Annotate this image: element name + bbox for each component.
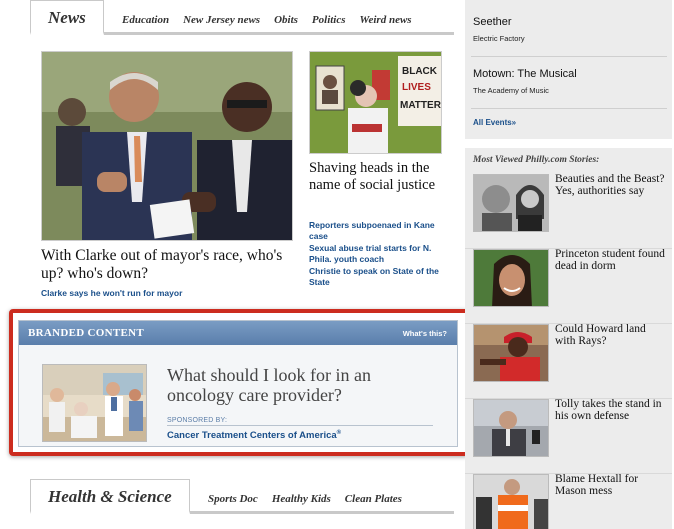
svg-text:MATTER: MATTER — [400, 100, 442, 111]
sponsored-by-label: SPONSORED BY: — [167, 417, 228, 424]
whats-this-link[interactable]: What's this? — [403, 329, 447, 338]
most-viewed-headline[interactable]: Tolly takes the stand in his own defense — [555, 398, 667, 422]
most-viewed-thumbnail[interactable] — [473, 249, 549, 307]
all-events-link[interactable]: All Events» — [473, 118, 516, 127]
most-viewed-item[interactable]: Blame Hextall for Mason mess — [465, 473, 672, 529]
second-story-headline[interactable]: Shaving heads in the name of social just… — [309, 160, 451, 194]
most-viewed-thumbnail[interactable] — [473, 399, 549, 457]
most-viewed-item[interactable]: Tolly takes the stand in his own defense — [465, 398, 672, 474]
branded-content-box: BRANDED CONTENT What's this? What should… — [18, 320, 458, 447]
most-viewed-thumbnail[interactable] — [473, 174, 549, 232]
protest-sign-text: BLACK — [402, 66, 438, 77]
sponsor-link[interactable]: Cancer Treatment Centers of America® — [167, 430, 341, 441]
subnav-sports-doc[interactable]: Sports Doc — [208, 493, 258, 505]
second-story-photo[interactable]: BLACK LIVES MATTER — [309, 51, 442, 154]
most-viewed-headline[interactable]: Could Howard land with Rays? — [555, 323, 667, 347]
event-title[interactable]: Motown: The Musical — [473, 68, 577, 80]
sponsor-name: Cancer Treatment Centers of America — [167, 430, 337, 442]
most-viewed-title: Most Viewed Philly.com Stories: — [473, 155, 600, 165]
subnav-weird-news[interactable]: Weird news — [360, 14, 412, 26]
event-title[interactable]: Seether — [473, 16, 512, 28]
health-subnav: Sports Doc Healthy Kids Clean Plates — [208, 493, 402, 505]
most-viewed-headline[interactable]: Blame Hextall for Mason mess — [555, 473, 667, 497]
health-science-tab-bar: Health & Science Sports Doc Healthy Kids… — [30, 479, 454, 514]
most-viewed-item[interactable]: Could Howard land with Rays? — [465, 323, 672, 399]
subnav-education[interactable]: Education — [122, 14, 169, 26]
lead-story-photo[interactable] — [41, 51, 293, 241]
subnav-new-jersey-news[interactable]: New Jersey news — [183, 14, 260, 26]
news-tab-bar: News Education New Jersey news Obits Pol… — [30, 0, 454, 35]
branded-content-header: BRANDED CONTENT What's this? — [19, 321, 457, 345]
related-link-abuse-trial[interactable]: Sexual abuse trial starts for N. Phila. … — [309, 243, 449, 265]
subnav-healthy-kids[interactable]: Healthy Kids — [272, 493, 331, 505]
news-subnav: Education New Jersey news Obits Politics… — [122, 14, 412, 26]
svg-text:LIVES: LIVES — [402, 82, 431, 93]
most-viewed-headline[interactable]: Beauties and the Beast? Yes, authorities… — [555, 173, 667, 197]
related-link-kane[interactable]: Reporters subpoenaed in Kane case — [309, 220, 449, 242]
most-viewed-headline[interactable]: Princeton student found dead in dorm — [555, 248, 667, 272]
subnav-obits[interactable]: Obits — [274, 14, 298, 26]
branded-content-photo[interactable] — [42, 364, 147, 442]
sponsor-divider — [167, 425, 433, 426]
tab-news[interactable]: News — [30, 0, 104, 35]
most-viewed-panel: Most Viewed Philly.com Stories: Beauties… — [465, 148, 672, 529]
subnav-clean-plates[interactable]: Clean Plates — [345, 493, 402, 505]
lead-story-related-link[interactable]: Clarke says he won't run for mayor — [41, 288, 182, 299]
most-viewed-thumbnail[interactable] — [473, 474, 549, 529]
event-venue: The Academy of Music — [473, 86, 549, 95]
subnav-politics[interactable]: Politics — [312, 14, 346, 26]
event-divider — [471, 56, 667, 57]
events-panel: Seether Electric Factory Motown: The Mus… — [465, 0, 672, 139]
tab-health-science[interactable]: Health & Science — [30, 479, 190, 514]
registered-mark: ® — [336, 430, 342, 436]
lead-story-headline[interactable]: With Clarke out of mayor's race, who's u… — [41, 247, 293, 283]
branded-content-title: BRANDED CONTENT — [28, 327, 145, 339]
event-venue: Electric Factory — [473, 34, 525, 43]
event-divider — [471, 108, 667, 109]
most-viewed-item[interactable]: Beauties and the Beast? Yes, authorities… — [465, 173, 672, 249]
most-viewed-thumbnail[interactable] — [473, 324, 549, 382]
related-link-christie[interactable]: Christie to speak on State of the State — [309, 266, 449, 288]
branded-content-headline[interactable]: What should I look for in an oncology ca… — [167, 365, 427, 405]
most-viewed-item[interactable]: Princeton student found dead in dorm — [465, 248, 672, 324]
